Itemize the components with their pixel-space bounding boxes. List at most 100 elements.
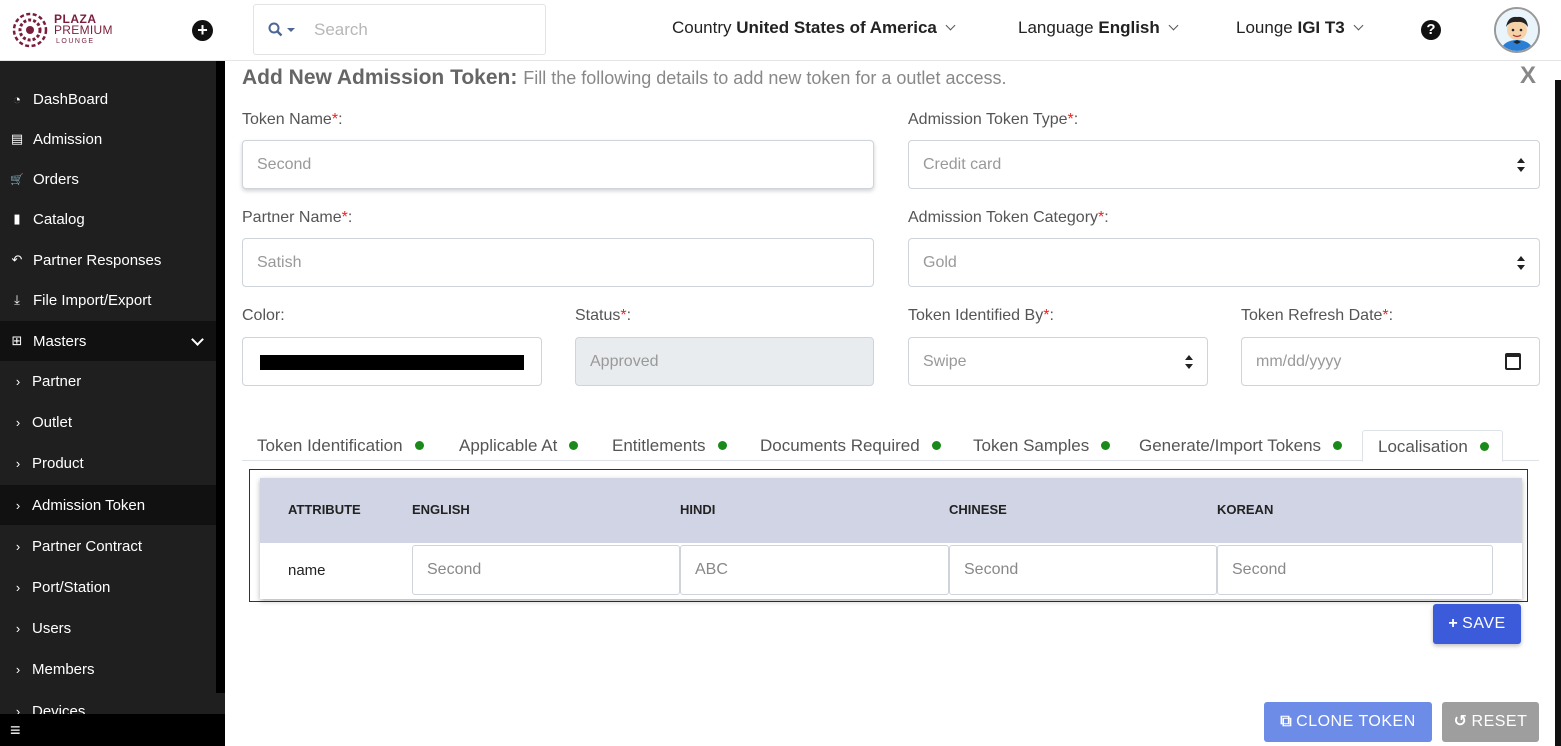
tab-entitlements[interactable]: Entitlements (597, 430, 727, 461)
brand-name: PLAZA PREMIUM LOUNGE (54, 13, 113, 47)
cart-icon: 🛒 (10, 173, 24, 186)
column-header-english: ENGLISH (412, 502, 470, 517)
label-text: Status (575, 307, 621, 324)
plaza-premium-logo-icon (12, 12, 48, 48)
tab-token-identification[interactable]: Token Identification (242, 430, 424, 461)
token-name-label: Token Name*: (242, 111, 343, 129)
sort-arrows-icon (1185, 355, 1193, 369)
sidebar-item-port-station[interactable]: › Port/Station (0, 567, 216, 607)
token-name-input[interactable] (242, 140, 874, 189)
sidebar-item-file-import-export[interactable]: ⤓ File Import/Export (0, 280, 216, 320)
tab-documents-required[interactable]: Documents Required (745, 430, 941, 461)
select-value: Credit card (923, 156, 1002, 173)
sidebar-item-catalog[interactable]: ▮ Catalog (0, 199, 216, 239)
brand-line-2: PREMIUM (54, 22, 113, 37)
country-selector[interactable]: Country United States of America (672, 18, 956, 38)
copy-icon: ⧉ (1280, 713, 1293, 730)
brand-line-3: LOUNGE (56, 37, 95, 45)
tab-label: Token Identification (257, 436, 403, 455)
label-text: Token Refresh Date (1241, 307, 1383, 324)
column-header-attribute: ATTRIBUTE (288, 502, 361, 517)
chevron-right-icon: › (15, 661, 21, 677)
id-card-icon: ▤ (10, 131, 24, 146)
tab-generate-import-tokens[interactable]: Generate/Import Tokens (1124, 430, 1343, 461)
refresh-date-input[interactable]: mm/dd/yyyy (1241, 337, 1540, 386)
chinese-name-input[interactable] (949, 545, 1217, 595)
chevron-right-icon: › (15, 620, 21, 636)
table-header: ATTRIBUTE ENGLISH HINDI CHINESE KOREAN (260, 478, 1522, 543)
sidebar-item-label: Masters (33, 332, 87, 350)
token-type-select[interactable]: Credit card (908, 140, 1540, 189)
sidebar-item-dashboard[interactable]: ◔ DashBoard (0, 79, 216, 119)
date-placeholder: mm/dd/yyyy (1256, 353, 1342, 370)
english-name-input[interactable] (412, 545, 680, 595)
sidebar-item-label: Admission (33, 130, 103, 148)
korean-name-input[interactable] (1217, 545, 1493, 595)
label-text: Partner Name (242, 209, 342, 226)
status-dot-icon (569, 441, 579, 450)
localisation-table: ATTRIBUTE ENGLISH HINDI CHINESE KOREAN n… (260, 478, 1522, 599)
sidebar-item-admission[interactable]: ▤ Admission (0, 119, 216, 159)
sidebar-item-partner[interactable]: › Partner (0, 361, 216, 401)
status-dot-icon (414, 441, 424, 450)
sidebar-item-partner-contract[interactable]: › Partner Contract (0, 526, 216, 566)
identified-by-label: Token Identified By*: (908, 307, 1054, 325)
status-field: Approved (575, 337, 874, 386)
sidebar-item-members[interactable]: › Members (0, 649, 216, 689)
search-input[interactable] (314, 19, 534, 40)
form-title: Add New Admission Token: (242, 66, 518, 89)
reset-button[interactable]: ↺ RESET (1442, 702, 1539, 742)
sitemap-icon: ⊞ (11, 333, 23, 348)
sidebar-item-outlet[interactable]: › Outlet (0, 402, 216, 442)
country-label: Country (672, 18, 732, 37)
sidebar-item-label: Members (32, 660, 95, 678)
plus-icon: + (1448, 615, 1459, 632)
tab-label: Token Samples (973, 436, 1090, 455)
tab-token-samples[interactable]: Token Samples (958, 430, 1111, 461)
save-label: SAVE (1462, 615, 1506, 632)
page-scrollbar[interactable] (1555, 80, 1561, 746)
label-colon: : (347, 209, 353, 226)
token-category-select[interactable]: Gold (908, 238, 1540, 287)
sidebar-scrollbar[interactable] (216, 61, 225, 693)
identified-by-select[interactable]: Swipe (908, 337, 1208, 386)
partner-name-input[interactable] (242, 238, 874, 287)
chevron-right-icon: › (15, 579, 21, 595)
sidebar-item-label: File Import/Export (33, 291, 152, 309)
sidebar: ◔ DashBoard ▤ Admission 🛒 Orders ▮ Catal… (0, 61, 225, 746)
localisation-panel: ATTRIBUTE ENGLISH HINDI CHINESE KOREAN n… (249, 469, 1528, 602)
sidebar-item-product[interactable]: › Product (0, 443, 216, 483)
tab-label: Applicable At (459, 436, 558, 455)
calendar-icon[interactable] (1505, 353, 1521, 370)
chevron-right-icon: › (15, 455, 21, 471)
help-icon[interactable]: ? (1421, 20, 1441, 40)
caret-down-icon (287, 27, 295, 32)
lounge-selector[interactable]: Lounge IGI T3 (1236, 18, 1364, 38)
sort-arrows-icon (1517, 158, 1525, 172)
avatar[interactable] (1494, 7, 1540, 53)
save-button[interactable]: + SAVE (1433, 604, 1521, 644)
tab-label: Documents Required (760, 436, 920, 455)
close-button[interactable]: X (1520, 62, 1536, 90)
tab-localisation[interactable]: Localisation (1362, 430, 1503, 462)
search-type-dropdown[interactable] (254, 22, 314, 37)
sidebar-item-partner-responses[interactable]: ↶ Partner Responses (0, 240, 216, 280)
sidebar-item-users[interactable]: › Users (0, 608, 216, 648)
sidebar-item-label: Partner Responses (33, 251, 162, 269)
brand-logo[interactable]: PLAZA PREMIUM LOUNGE (12, 12, 113, 48)
sidebar-item-admission-token[interactable]: › Admission Token (0, 485, 216, 525)
sidebar-item-masters[interactable]: ⊞ Masters (0, 321, 216, 361)
sidebar-item-orders[interactable]: 🛒 Orders (0, 159, 216, 199)
clone-token-button[interactable]: ⧉ CLONE TOKEN (1264, 702, 1432, 742)
add-circle-icon[interactable]: + (192, 20, 213, 41)
color-picker[interactable] (242, 337, 542, 386)
chevron-down-icon (191, 333, 204, 346)
language-selector[interactable]: Language English (1018, 18, 1179, 38)
column-header-korean: KOREAN (1217, 502, 1274, 517)
menu-toggle-icon[interactable]: ≡ (0, 714, 225, 746)
tab-applicable-at[interactable]: Applicable At (444, 430, 579, 461)
partner-name-label: Partner Name*: (242, 209, 352, 227)
history-icon: ↺ (1453, 713, 1468, 730)
sidebar-item-label: Admission Token (32, 496, 146, 514)
hindi-name-input[interactable] (680, 545, 949, 595)
